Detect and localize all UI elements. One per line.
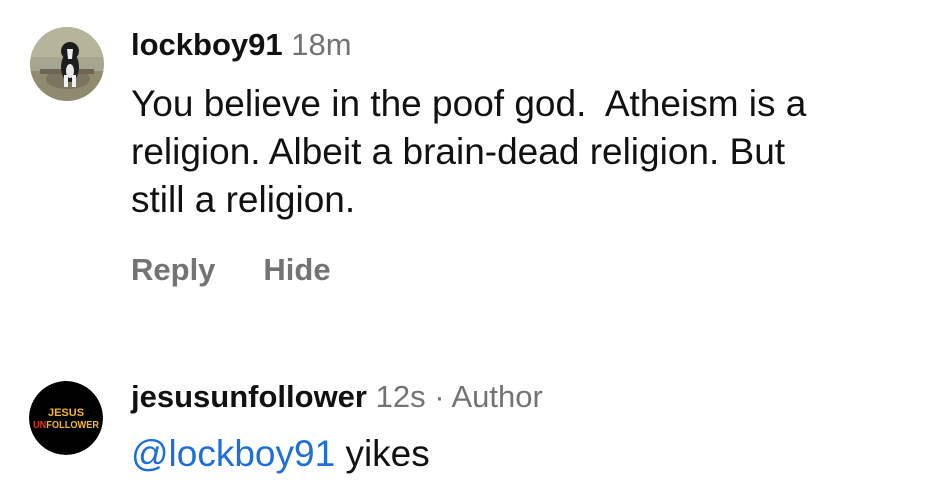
author-badge: Author	[451, 379, 543, 414]
hide-button[interactable]: Hide	[263, 252, 330, 287]
avatar-lockboy91[interactable]	[30, 27, 104, 101]
comment-text-line: You believe in the poof god. Atheism is …	[131, 83, 807, 124]
comment-actions: Reply Hide	[131, 250, 331, 290]
svg-text:UNFOLLOWER: UNFOLLOWER	[33, 420, 100, 431]
mention-link[interactable]: @lockboy91	[131, 433, 335, 474]
comment-header: lockboy91 18m	[131, 27, 352, 63]
comment-item: JESUS UNFOLLOWER jesusunfollower 12s · A…	[0, 360, 939, 493]
meta-separator: ·	[434, 379, 445, 414]
comment-text: @lockboy91 yikes	[131, 430, 931, 478]
reply-button[interactable]: Reply	[131, 252, 215, 287]
comment-username[interactable]: jesusunfollower	[131, 379, 367, 414]
comment-timestamp: 12s	[375, 379, 426, 414]
comment-text-line: @lockboy91 yikes	[131, 430, 931, 478]
comment-timestamp: 18m	[291, 27, 352, 62]
comment-text: You believe in the poof god. Atheism is …	[131, 80, 931, 224]
comment-text-rest: yikes	[335, 433, 430, 474]
jesus-unfollower-logo-icon: JESUS UNFOLLOWER	[29, 381, 103, 455]
avatar-jesusunfollower[interactable]: JESUS UNFOLLOWER	[29, 381, 103, 455]
dog-photo-icon	[30, 27, 104, 101]
comment-username[interactable]: lockboy91	[131, 27, 283, 62]
comment-text-line: still a religion.	[131, 179, 356, 220]
comment-header: jesusunfollower 12s · Author	[131, 379, 543, 415]
avatar-logo-text: JESUS	[48, 407, 84, 419]
comment-text-line: religion. Albeit a brain-dead religion. …	[131, 131, 786, 172]
comment-item: lockboy91 18m You believe in the poof go…	[0, 0, 939, 320]
